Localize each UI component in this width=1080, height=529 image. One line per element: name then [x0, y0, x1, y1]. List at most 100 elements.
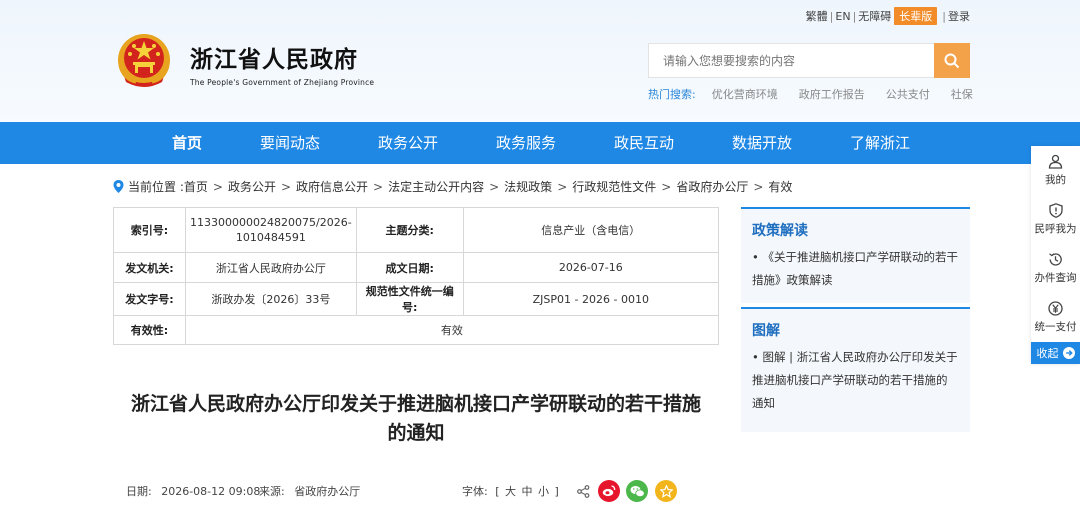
code-label: 规范性文件统一编号: [355, 282, 464, 316]
table-row: 索引号: 113300000024820075/2026-1010484591 … [113, 207, 720, 253]
sidebar-item-label: 民呼我为 [1034, 223, 1077, 235]
policy-interpretation-panel: 政策解读 • 《关于推进脑机接口产学研联动的若干措施》政策解读 [741, 207, 970, 303]
sidebar-item-label: 我的 [1045, 174, 1066, 186]
hot-keyword[interactable]: 公共支付 [886, 86, 930, 102]
user-icon [1048, 154, 1063, 169]
source-label: 来源: [259, 485, 285, 498]
floating-sidebar: 我的 民呼我为 办件查询 统一支付 收起 [1031, 146, 1080, 364]
share-icon[interactable] [577, 485, 590, 498]
accessibility-link[interactable]: 无障碍 [858, 8, 891, 24]
nav-gov-services[interactable]: 政务服务 [496, 122, 556, 164]
graphic-link[interactable]: 图解 | 浙江省人民政府办公厅印发关于推进脑机接口产学研联动的若干措施的通知 [752, 350, 958, 410]
article-date: 日期: 2026-08-12 09:08 [126, 483, 260, 499]
nav-about-zhejiang[interactable]: 了解浙江 [850, 122, 910, 164]
elder-mode-button[interactable]: 长辈版 [894, 7, 938, 25]
breadcrumb-item[interactable]: 首页 [184, 178, 208, 195]
sidebar-item-feedback[interactable]: 民呼我为 [1031, 195, 1080, 244]
top-links: 繁體 | EN | 无障碍 长辈版 | 登录 [806, 7, 970, 25]
search-input[interactable] [649, 44, 931, 77]
wechat-share-button[interactable] [626, 480, 648, 502]
nav-open-data[interactable]: 数据开放 [732, 122, 792, 164]
nav-gov-affairs-public[interactable]: 政务公开 [378, 122, 438, 164]
breadcrumb-label: 当前位置 : [128, 180, 184, 194]
sidebar-item-mine[interactable]: 我的 [1031, 146, 1080, 195]
document-meta-table: 索引号: 113300000024820075/2026-1010484591 … [113, 207, 720, 345]
breadcrumb: 当前位置 : 首页 > 政务公开 > 政府信息公开 > 法定主动公开内容 > 法… [113, 178, 792, 195]
validity-label: 有效性: [113, 315, 186, 345]
hot-keyword[interactable]: 政府工作报告 [799, 86, 865, 102]
panel-heading: 政策解读 [752, 223, 808, 239]
site-header: 繁體 | EN | 无障碍 长辈版 | 登录 浙江省人民政府 The Peopl… [0, 0, 1080, 122]
article-title-line: 浙江省人民政府办公厅印发关于推进脑机接口产学研联动的若干措施 [130, 393, 701, 415]
index-value: 113300000024820075/2026-1010484591 [184, 207, 357, 253]
code-value: ZJSP01 - 2026 - 0010 [462, 282, 720, 316]
font-large-button[interactable]: 大 [505, 485, 516, 498]
sidebar-item-label: 统一支付 [1034, 321, 1077, 333]
sidebar-item-payment[interactable]: 统一支付 [1031, 293, 1080, 342]
font-size-control: 字体: [ 大 中 小 ] [462, 485, 559, 498]
search-icon [944, 53, 960, 68]
yuan-icon [1048, 301, 1063, 316]
hot-keyword[interactable]: 优化营商环境 [712, 86, 778, 102]
list-item[interactable]: • 图解 | 浙江省人民政府办公厅印发关于推进脑机接口产学研联动的若干措施的通知 [741, 340, 970, 415]
wechat-icon [630, 485, 645, 497]
main-nav: 首页 要闻动态 政务公开 政务服务 政民互动 数据开放 了解浙江 [0, 122, 1080, 164]
font-small-button[interactable]: 小 [538, 485, 549, 498]
list-item[interactable]: • 《关于推进脑机接口产学研联动的若干措施》政策解读 [741, 240, 970, 292]
panel-heading: 图解 [752, 323, 780, 339]
arrow-right-icon [1062, 347, 1075, 359]
favorite-button[interactable] [655, 480, 677, 502]
traditional-chinese-link[interactable]: 繁體 [806, 8, 828, 24]
breadcrumb-item[interactable]: 省政府办公厅 [676, 178, 748, 195]
date-value: 2026-07-16 [462, 252, 720, 283]
search-box [648, 43, 970, 78]
breadcrumb-item[interactable]: 政府信息公开 [296, 178, 368, 195]
english-link[interactable]: EN [835, 10, 850, 23]
breadcrumb-item[interactable]: 有效 [768, 178, 792, 195]
validity-value: 有效 [184, 315, 720, 345]
search-button[interactable] [934, 43, 970, 78]
hot-keyword[interactable]: 社保 [951, 86, 973, 102]
location-pin-icon [113, 180, 124, 193]
source-value: 省政府办公厅 [294, 485, 361, 498]
breadcrumb-item[interactable]: 法规政策 [504, 178, 552, 195]
article-source: 来源: 省政府办公厅 [259, 483, 360, 499]
shield-icon [1048, 203, 1063, 218]
docno-value: 浙政办发〔2026〕33号 [184, 282, 357, 316]
weibo-icon [602, 485, 616, 497]
issuer-value: 浙江省人民政府办公厅 [184, 252, 357, 283]
font-medium-button[interactable]: 中 [522, 485, 533, 498]
sidebar-collapse-label: 收起 [1036, 347, 1059, 360]
index-label: 索引号: [113, 207, 186, 253]
article-title: 浙江省人民政府办公厅印发关于推进脑机接口产学研联动的若干措施 的通知 [113, 390, 719, 448]
topic-value: 信息产业（含电信） [462, 207, 720, 253]
issuer-label: 发文机关: [113, 252, 186, 283]
font-size-label: 字体: [462, 485, 488, 498]
breadcrumb-item[interactable]: 行政规范性文件 [572, 178, 656, 195]
table-row: 有效性: 有效 [113, 315, 720, 345]
sidebar-item-query[interactable]: 办件查询 [1031, 244, 1080, 293]
emblem-icon[interactable] [116, 32, 172, 90]
history-icon [1049, 253, 1062, 266]
docno-label: 发文字号: [113, 282, 186, 316]
nav-interaction[interactable]: 政民互动 [614, 122, 674, 164]
site-title[interactable]: 浙江省人民政府 [190, 40, 358, 74]
policy-link[interactable]: 《关于推进脑机接口产学研联动的若干措施》政策解读 [752, 250, 958, 287]
date-label: 日期: [126, 485, 152, 498]
article-title-line: 的通知 [387, 422, 445, 444]
hot-search-label: 热门搜索: [648, 88, 696, 101]
date-label: 成文日期: [355, 252, 464, 283]
table-row: 发文机关: 浙江省人民政府办公厅 成文日期: 2026-07-16 [113, 252, 720, 283]
nav-news[interactable]: 要闻动态 [260, 122, 320, 164]
topic-label: 主题分类: [355, 207, 464, 253]
login-link[interactable]: 登录 [948, 8, 970, 24]
sidebar-item-label: 办件查询 [1034, 272, 1077, 284]
nav-home[interactable]: 首页 [172, 122, 202, 164]
weibo-share-button[interactable] [598, 480, 620, 502]
hot-search: 热门搜索: 优化营商环境 政府工作报告 公共支付 社保 [648, 86, 994, 102]
favorite-icon [659, 484, 673, 498]
breadcrumb-item[interactable]: 法定主动公开内容 [388, 178, 484, 195]
sidebar-collapse-button[interactable]: 收起 [1031, 342, 1080, 364]
graphic-panel: 图解 • 图解 | 浙江省人民政府办公厅印发关于推进脑机接口产学研联动的若干措施… [741, 307, 970, 432]
breadcrumb-item[interactable]: 政务公开 [228, 178, 276, 195]
